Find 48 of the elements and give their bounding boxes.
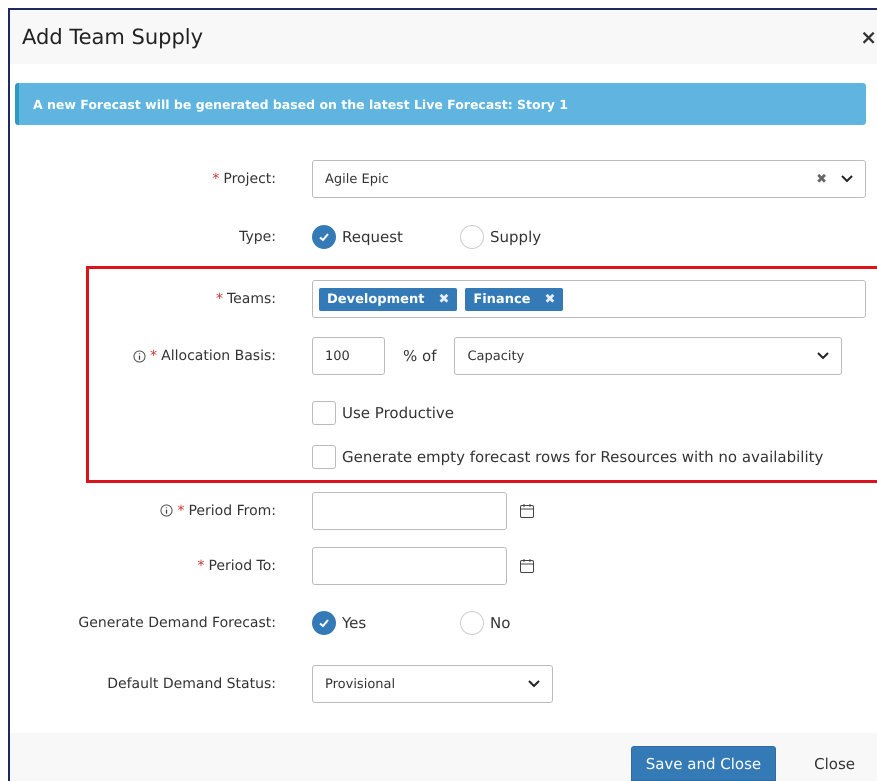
calendar-icon[interactable] [519, 558, 535, 574]
radio-button[interactable] [312, 225, 336, 249]
required-mark: * [177, 502, 184, 518]
team-tag[interactable]: Finance ✖ [465, 288, 564, 310]
check-icon [318, 231, 330, 243]
option-label: Request [342, 228, 403, 246]
date-input[interactable] [312, 492, 507, 530]
option-label: Supply [490, 228, 542, 246]
dialog-title: Add Team Supply [22, 25, 204, 49]
close-icon[interactable]: × [860, 25, 877, 49]
checkbox-label: Generate empty forecast rows for Resources with no availability [342, 448, 824, 466]
info-alert: A new Forecast will be generated based on the latest Live Forecast: Story 1 [15, 83, 866, 125]
required-mark: * [216, 291, 223, 307]
required-mark: * [212, 171, 220, 187]
checkbox-label: Use Productive [342, 404, 454, 422]
required-mark: * [150, 348, 158, 364]
field-label: Type: [239, 229, 276, 245]
check-icon [318, 617, 330, 629]
radio-button[interactable] [312, 611, 336, 635]
radio-button[interactable] [460, 611, 484, 635]
checkbox[interactable] [312, 401, 336, 425]
option-label: No [490, 614, 510, 632]
chevron-down-icon [528, 680, 540, 688]
percent-input[interactable]: 100 [312, 337, 385, 375]
field-label: Teams: [226, 291, 276, 307]
clear-icon[interactable]: ✖ [816, 172, 827, 186]
field-label: Period From: [188, 502, 276, 518]
required-mark: * [197, 558, 204, 574]
basis-select[interactable]: Capacity [454, 337, 842, 375]
field-label: Allocation Basis: [161, 348, 276, 364]
date-input[interactable] [312, 547, 507, 585]
calendar-icon[interactable] [519, 502, 535, 518]
option-label: Yes [342, 614, 366, 632]
project-combo[interactable]: Agile Epic ✖ [312, 160, 866, 198]
save-button[interactable]: Save and Close [630, 746, 776, 781]
chevron-down-icon [841, 175, 853, 183]
close-button[interactable]: Close [800, 746, 869, 781]
chevron-down-icon [817, 352, 830, 360]
unit-label: % of [403, 347, 436, 365]
field-label: Default Demand Status: [107, 676, 276, 692]
field-label: Generate Demand Forecast: [78, 615, 276, 631]
field-label: Project: [223, 171, 276, 187]
team-tag[interactable]: Development ✖ [319, 288, 458, 310]
checkbox[interactable] [312, 445, 336, 469]
teams-field[interactable]: Development ✖ Finance ✖ [312, 280, 866, 318]
status-select[interactable]: Provisional [312, 665, 553, 703]
radio-button[interactable] [460, 225, 484, 249]
field-label: Period To: [208, 558, 276, 574]
